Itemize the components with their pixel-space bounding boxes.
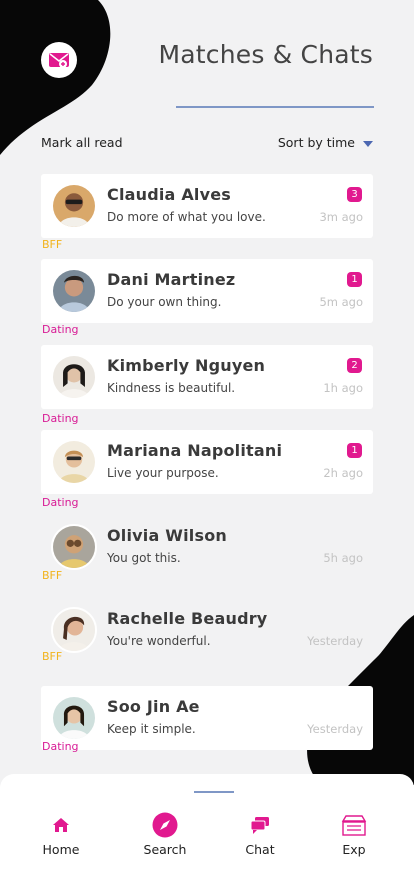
sort-dropdown[interactable]: Sort by time bbox=[278, 135, 373, 150]
message-preview: Do your own thing. bbox=[107, 295, 222, 309]
relationship-tag: Dating bbox=[42, 412, 79, 425]
avatar bbox=[51, 695, 97, 741]
nav-home[interactable]: Home bbox=[21, 810, 101, 857]
chat-row[interactable]: Dani Martinez Do your own thing. 1 5m ag… bbox=[41, 259, 373, 323]
chat-row[interactable]: Kimberly Nguyen Kindness is beautiful. 2… bbox=[41, 345, 373, 409]
home-icon bbox=[53, 818, 69, 832]
avatar bbox=[51, 354, 97, 400]
new-message-button[interactable] bbox=[41, 42, 77, 78]
message-preview: Do more of what you love. bbox=[107, 210, 266, 224]
unread-count-badge: 1 bbox=[347, 443, 362, 458]
unread-count-badge: 3 bbox=[347, 187, 362, 202]
relationship-tag: Dating bbox=[42, 496, 79, 509]
nav-search-label: Search bbox=[143, 842, 187, 857]
chat-row[interactable]: Mariana Napolitani Live your purpose. 1 … bbox=[41, 430, 373, 494]
avatar bbox=[51, 439, 97, 485]
nav-chat[interactable]: Chat bbox=[220, 810, 300, 857]
contact-name: Dani Martinez bbox=[107, 270, 236, 289]
message-time: 1h ago bbox=[323, 381, 363, 395]
contact-name: Soo Jin Ae bbox=[107, 697, 200, 716]
contact-name: Rachelle Beaudry bbox=[107, 609, 268, 628]
nav-exp-label: Exp bbox=[342, 842, 366, 857]
message-time: 3m ago bbox=[319, 210, 363, 224]
chat-row[interactable]: Claudia Alves Do more of what you love. … bbox=[41, 174, 373, 238]
avatar bbox=[51, 524, 97, 570]
compass-icon bbox=[152, 812, 178, 838]
nav-home-label: Home bbox=[42, 842, 80, 857]
message-time: 5h ago bbox=[323, 551, 363, 565]
contact-name: Olivia Wilson bbox=[107, 526, 227, 545]
nav-search[interactable]: Search bbox=[125, 810, 205, 857]
contact-name: Kimberly Nguyen bbox=[107, 356, 266, 375]
message-preview: Keep it simple. bbox=[107, 722, 196, 736]
message-preview: Live your purpose. bbox=[107, 466, 219, 480]
relationship-tag: BFF bbox=[42, 569, 63, 582]
contact-name: Claudia Alves bbox=[107, 185, 231, 204]
chat-row[interactable]: Olivia Wilson You got this. 5h ago bbox=[41, 515, 373, 579]
avatar bbox=[51, 607, 97, 653]
unread-count-badge: 1 bbox=[347, 272, 362, 287]
nav-exp[interactable]: Exp bbox=[314, 810, 394, 857]
message-preview: You got this. bbox=[107, 551, 181, 565]
message-preview: Kindness is beautiful. bbox=[107, 381, 236, 395]
nav-handle bbox=[194, 791, 234, 793]
chat-bubbles-icon bbox=[250, 817, 269, 834]
message-time: Yesterday bbox=[307, 722, 363, 736]
title-divider bbox=[176, 106, 374, 108]
message-time: 5m ago bbox=[319, 295, 363, 309]
message-time: Yesterday bbox=[307, 634, 363, 648]
relationship-tag: Dating bbox=[42, 740, 79, 753]
unread-count-badge: 2 bbox=[347, 358, 362, 373]
relationship-tag: Dating bbox=[42, 323, 79, 336]
mail-plus-icon bbox=[49, 53, 69, 68]
avatar bbox=[51, 268, 97, 314]
ticket-icon bbox=[341, 815, 367, 836]
message-preview: You're wonderful. bbox=[107, 634, 211, 648]
nav-chat-label: Chat bbox=[245, 842, 275, 857]
relationship-tag: BFF bbox=[42, 238, 63, 251]
chat-row[interactable]: Rachelle Beaudry You're wonderful. Yeste… bbox=[41, 598, 373, 662]
contact-name: Mariana Napolitani bbox=[107, 441, 283, 460]
mark-all-read-button[interactable]: Mark all read bbox=[41, 135, 123, 150]
bottom-navigation: Home Search Chat Exp bbox=[0, 774, 414, 896]
message-time: 2h ago bbox=[323, 466, 363, 480]
relationship-tag: BFF bbox=[42, 650, 63, 663]
chat-row[interactable]: Soo Jin Ae Keep it simple. Yesterday bbox=[41, 686, 373, 750]
avatar bbox=[51, 183, 97, 229]
caret-down-icon bbox=[363, 140, 373, 147]
sort-label: Sort by time bbox=[277, 135, 355, 150]
page-title: Matches & Chats bbox=[158, 40, 373, 69]
